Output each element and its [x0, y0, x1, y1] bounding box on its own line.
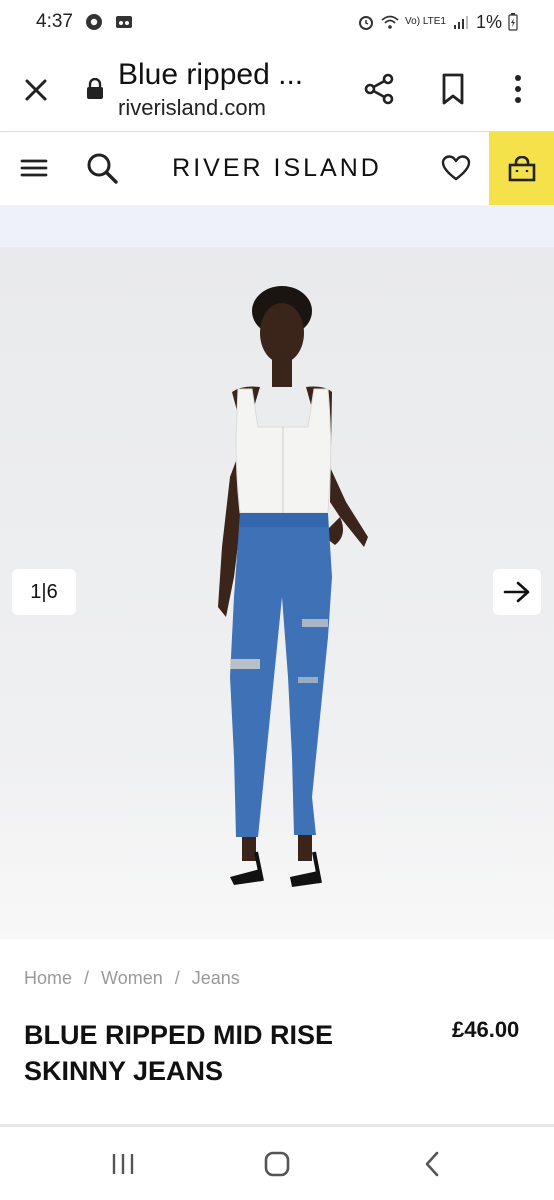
signal-icon [453, 16, 468, 29]
breadcrumb-separator: / [84, 968, 90, 988]
site-header: RIVER ISLAND [0, 132, 554, 205]
browser-toolbar: Blue ripped ... riverisland.com [0, 44, 554, 132]
network-type: Vo) LTE1 [405, 16, 446, 27]
next-image-button[interactable] [493, 569, 541, 615]
breadcrumb-separator: / [174, 968, 180, 988]
promo-strip [0, 205, 554, 247]
image-counter: 1|6 [12, 569, 76, 615]
status-bar: 4:37 Vo) LTE1 1% [0, 0, 554, 44]
product-price: £46.00 [452, 1017, 520, 1042]
share-icon[interactable] [362, 72, 396, 106]
more-options-icon[interactable] [506, 72, 530, 106]
home-icon[interactable] [262, 1149, 292, 1179]
close-icon[interactable] [20, 74, 52, 106]
product-title: BLUE RIPPED MID RISE SKINNY JEANS [24, 1020, 334, 1086]
browser-url[interactable]: riverisland.com [118, 95, 266, 121]
shopping-bag-icon [508, 155, 535, 181]
recent-apps-icon[interactable] [110, 1151, 136, 1177]
chrome-notification-icon [85, 14, 102, 30]
system-nav-bar [0, 1127, 554, 1200]
back-icon[interactable] [420, 1149, 444, 1179]
product-image[interactable]: 1|6 [0, 247, 554, 939]
voicemail-icon [115, 16, 132, 28]
breadcrumb-jeans[interactable]: Jeans [192, 968, 240, 989]
wifi-icon [381, 15, 399, 29]
lock-icon [87, 78, 103, 99]
status-time: 4:37 [36, 11, 73, 32]
browser-page-title[interactable]: Blue ripped ... [118, 58, 303, 92]
breadcrumb-home[interactable]: Home [24, 968, 72, 989]
breadcrumb-women[interactable]: Women [101, 968, 163, 989]
alarm-icon [359, 16, 374, 30]
arrow-right-icon [503, 581, 530, 603]
battery-icon [508, 13, 518, 31]
breadcrumb: Home / Women / Jeans [24, 968, 240, 989]
battery-percent: 1% [475, 11, 502, 32]
bookmark-icon[interactable] [438, 72, 468, 106]
shopping-bag-button[interactable] [489, 132, 554, 205]
wishlist-heart-icon[interactable] [441, 154, 471, 182]
model-wearing-jeans [218, 286, 368, 887]
